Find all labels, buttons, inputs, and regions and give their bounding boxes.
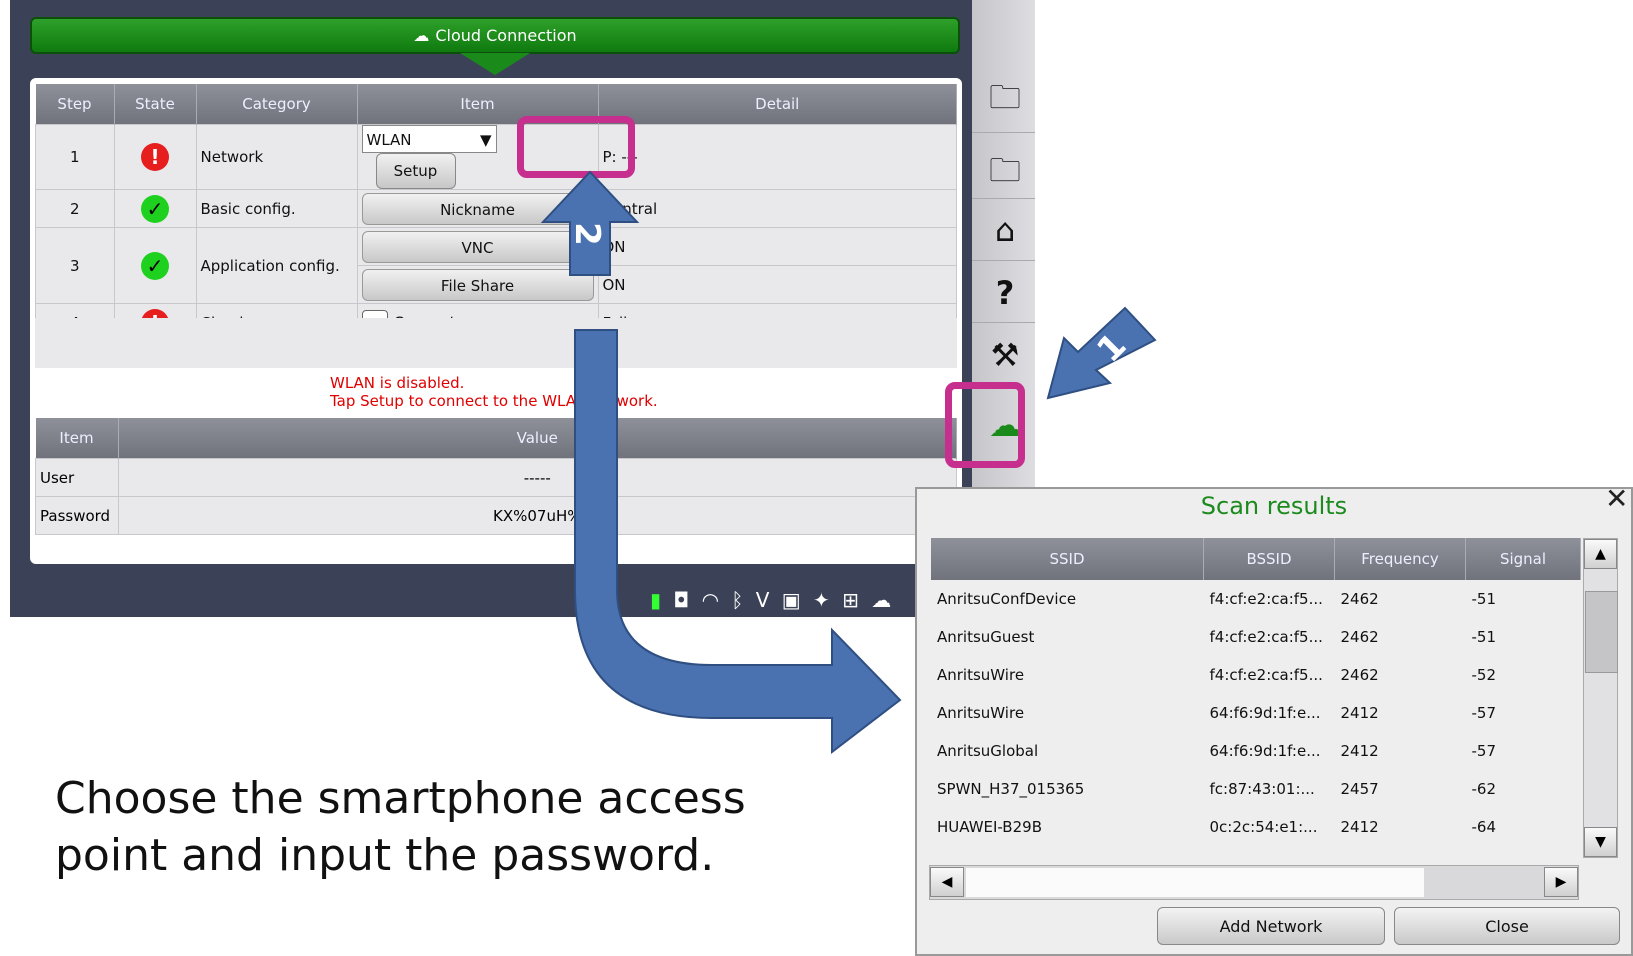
ssid-cell: AnritsuGlobal: [931, 732, 1204, 770]
header-bssid: BSSID: [1203, 538, 1335, 580]
signal-cell: -57: [1465, 694, 1581, 732]
scroll-left-icon[interactable]: ◀: [930, 867, 964, 897]
ssid-cell: AnritsuConfDevice: [931, 580, 1204, 618]
signal-cell: -51: [1465, 580, 1581, 618]
table-row[interactable]: AnritsuWire f4:cf:e2:ca:f5... 2462 -52: [931, 656, 1581, 694]
table-row[interactable]: AnritsuConfDevice f4:cf:e2:ca:f5... 2462 -5…: [931, 580, 1581, 618]
table-row[interactable]: AnritsuGlobal 64:f6:9d:1f:e... 2412 -57: [931, 732, 1581, 770]
horizontal-scrollbar[interactable]: ◀ ▶: [929, 865, 1579, 900]
frequency-cell: 2462: [1334, 656, 1466, 694]
scroll-right-icon[interactable]: ▶: [1544, 867, 1578, 897]
hscroll-thumb[interactable]: [966, 868, 1424, 897]
close-icon[interactable]: ✕: [1605, 482, 1628, 515]
frequency-cell: 2462: [1334, 580, 1466, 618]
signal-cell: -64: [1465, 808, 1581, 846]
bssid-cell: 0c:2c:54:e1:...: [1203, 808, 1335, 846]
add-network-button[interactable]: Add Network: [1157, 907, 1385, 945]
bssid-cell: 64:f6:9d:1f:e...: [1203, 732, 1335, 770]
arrow-3: [574, 329, 902, 755]
scan-table: SSID BSSID Frequency Signal AnritsuConfD…: [931, 538, 1581, 846]
header-signal: Signal: [1465, 538, 1581, 580]
frequency-cell: 2412: [1334, 694, 1466, 732]
bssid-cell: f4:cf:e2:ca:f5...: [1203, 580, 1335, 618]
bssid-cell: f4:cf:e2:ca:f5...: [1203, 656, 1335, 694]
table-row[interactable]: SPWN_H37_015365 fc:87:43:01:... 2457 -62: [931, 770, 1581, 808]
ssid-cell: AnritsuGuest: [931, 618, 1204, 656]
table-header: SSID BSSID Frequency Signal: [931, 538, 1581, 580]
signal-cell: -52: [1465, 656, 1581, 694]
scroll-up-icon[interactable]: ▲: [1584, 539, 1617, 569]
instruction-caption: Choose the smartphone access point and i…: [55, 770, 835, 884]
step-marker-2: 2: [566, 222, 607, 246]
bssid-cell: fc:87:43:01:...: [1203, 770, 1335, 808]
close-button[interactable]: Close: [1394, 907, 1620, 945]
bssid-cell: f4:cf:e2:ca:f5...: [1203, 618, 1335, 656]
caption-line-2: point and input the password.: [55, 830, 715, 881]
frequency-cell: 2412: [1334, 808, 1466, 846]
frequency-cell: 2412: [1334, 732, 1466, 770]
header-frequency: Frequency: [1334, 538, 1466, 580]
ssid-cell: HUAWEI-B29B: [931, 808, 1204, 846]
scroll-thumb[interactable]: [1585, 591, 1618, 673]
ssid-cell: AnritsuWire: [931, 656, 1204, 694]
vertical-scrollbar[interactable]: ▲ ▼: [1583, 538, 1618, 858]
caption-line-1: Choose the smartphone access: [55, 773, 746, 824]
frequency-cell: 2462: [1334, 618, 1466, 656]
ssid-cell: SPWN_H37_015365: [931, 770, 1204, 808]
scroll-down-icon[interactable]: ▼: [1584, 827, 1617, 857]
signal-cell: -62: [1465, 770, 1581, 808]
table-row[interactable]: HUAWEI-B29B 0c:2c:54:e1:... 2412 -64: [931, 808, 1581, 846]
ssid-cell: AnritsuWire: [931, 694, 1204, 732]
bssid-cell: 64:f6:9d:1f:e...: [1203, 694, 1335, 732]
signal-cell: -57: [1465, 732, 1581, 770]
signal-cell: -51: [1465, 618, 1581, 656]
dialog-title: Scan results: [1200, 492, 1348, 520]
frequency-cell: 2457: [1334, 770, 1466, 808]
table-row[interactable]: AnritsuGuest f4:cf:e2:ca:f5... 2462 -51: [931, 618, 1581, 656]
table-row[interactable]: AnritsuWire 64:f6:9d:1f:e... 2412 -57: [931, 694, 1581, 732]
header-ssid: SSID: [931, 538, 1204, 580]
